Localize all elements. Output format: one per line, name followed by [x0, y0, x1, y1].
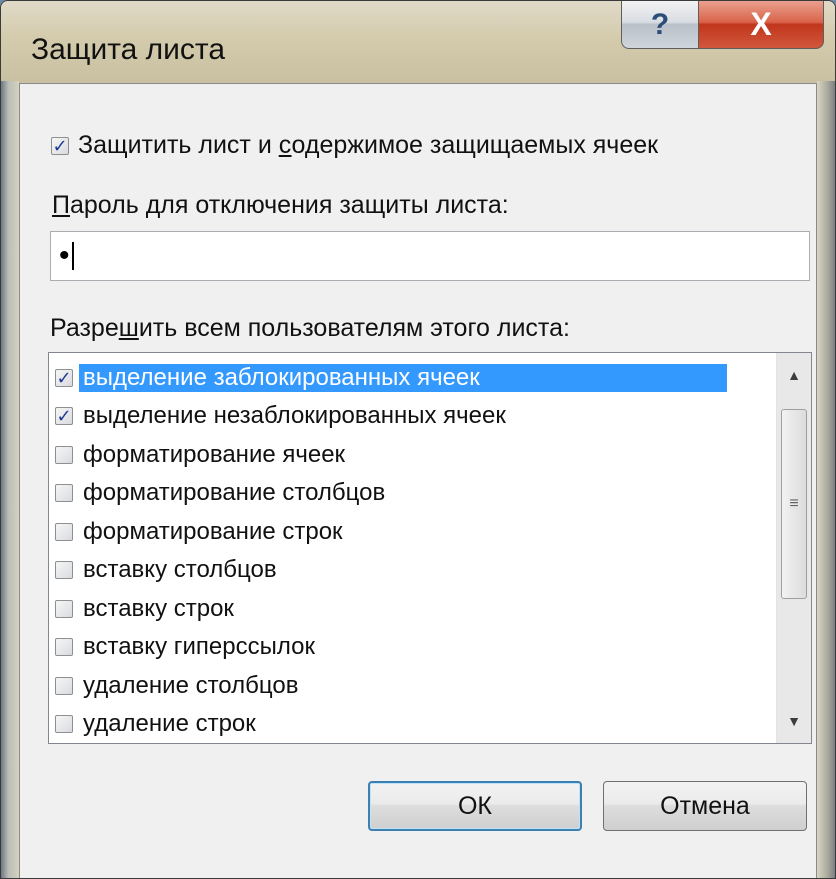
- permission-checkbox[interactable]: [55, 715, 73, 733]
- permission-item[interactable]: вставку строк: [55, 590, 773, 627]
- help-button[interactable]: ?: [621, 1, 699, 49]
- permissions-list[interactable]: ▲ ≡ ▼ ✓ выделение заблокированных ячеек ✓ в…: [48, 352, 812, 744]
- checkmark-icon: ✓: [52, 135, 68, 156]
- text-caret: [71, 242, 74, 270]
- permission-label: удаление столбцов: [83, 671, 299, 699]
- permission-label: форматирование ячеек: [83, 440, 346, 468]
- dialog-body: ✓ Защитить лист и содержимое защищаемых …: [19, 83, 817, 878]
- permission-item[interactable]: вставку гиперссылок: [55, 629, 773, 666]
- protect-sheet-label: Защитить лист и содержимое защищаемых яч…: [78, 131, 659, 159]
- protect-sheet-option[interactable]: ✓ Защитить лист и содержимое защищаемых …: [51, 131, 658, 160]
- help-icon: ?: [650, 7, 670, 41]
- permission-item[interactable]: ✓ выделение заблокированных ячеек: [55, 359, 773, 396]
- window-frame-right: [817, 81, 835, 878]
- password-label: Пароль для отключения защиты листа:: [52, 191, 509, 219]
- title-bar[interactable]: Защита листа ? X: [1, 1, 835, 83]
- password-value: •: [59, 239, 70, 272]
- password-field[interactable]: •: [50, 231, 810, 281]
- permission-checkbox[interactable]: [55, 599, 73, 618]
- allow-users-label: Разрешить всем пользователям этого листа…: [50, 314, 570, 342]
- permission-label: вставку гиперссылок: [83, 633, 315, 660]
- permission-checkbox[interactable]: [55, 484, 73, 502]
- permission-checkbox[interactable]: [55, 522, 73, 541]
- permission-item[interactable]: удаление столбцов: [55, 667, 773, 704]
- ok-button[interactable]: ОК: [368, 781, 582, 831]
- permission-label: вставку столбцов: [83, 556, 277, 583]
- permission-label: удаление строк: [83, 710, 256, 737]
- scroll-thumb[interactable]: ≡: [781, 409, 807, 599]
- permission-checkbox[interactable]: ✓: [55, 407, 73, 425]
- permission-item[interactable]: вставку столбцов: [55, 552, 773, 589]
- arrow-up-icon[interactable]: ▲: [777, 357, 811, 393]
- permission-checkbox[interactable]: [55, 445, 73, 464]
- permission-checkbox[interactable]: [55, 638, 73, 656]
- permission-label: форматирование столбцов: [83, 479, 386, 506]
- checkmark-icon: ✓: [56, 406, 72, 426]
- list-scrollbar[interactable]: ▲ ≡ ▼: [776, 353, 811, 743]
- window-title: Защита листа: [31, 33, 226, 66]
- permission-item[interactable]: форматирование ячеек: [55, 436, 773, 473]
- checkmark-icon: ✓: [56, 367, 72, 388]
- protect-sheet-checkbox[interactable]: ✓: [51, 135, 69, 156]
- permission-label: выделение заблокированных ячеек: [79, 363, 727, 392]
- close-icon: X: [750, 6, 772, 42]
- permission-checkbox[interactable]: [55, 561, 73, 579]
- permission-checkbox[interactable]: [55, 676, 73, 695]
- permission-item[interactable]: форматирование столбцов: [55, 475, 773, 512]
- dialog-window: Защита листа ? X ✓ Защитить лист и содер…: [0, 0, 836, 879]
- permission-label: форматирование строк: [83, 517, 343, 545]
- permission-item[interactable]: ✓ выделение незаблокированных ячеек: [55, 398, 773, 435]
- arrow-down-icon[interactable]: ▼: [777, 703, 811, 739]
- scroll-grip-icon: ≡: [789, 495, 799, 512]
- window-frame-left: [1, 81, 19, 878]
- permission-label: вставку строк: [83, 594, 234, 622]
- permission-checkbox[interactable]: ✓: [55, 367, 73, 388]
- cancel-button[interactable]: Отмена: [603, 781, 807, 831]
- permission-item[interactable]: удаление строк: [55, 706, 773, 743]
- close-button[interactable]: X: [698, 1, 824, 49]
- permission-label: выделение незаблокированных ячеек: [83, 402, 506, 429]
- permission-item[interactable]: форматирование строк: [55, 513, 773, 550]
